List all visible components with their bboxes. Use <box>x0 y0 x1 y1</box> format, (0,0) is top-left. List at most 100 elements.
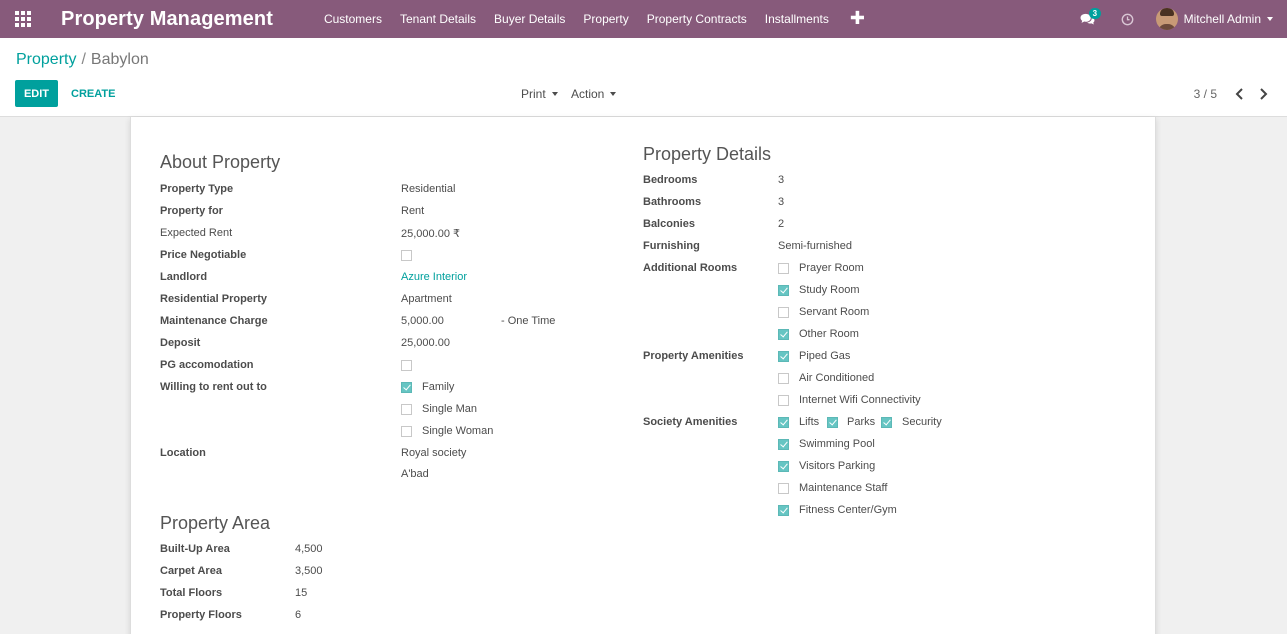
pg-accomodation-checkbox[interactable] <box>401 360 412 371</box>
messages-count-badge: 3 <box>1088 8 1102 19</box>
fitness-center-label: Fitness Center/Gym <box>799 504 897 516</box>
lifts-checkbox[interactable] <box>778 417 789 428</box>
study-room-label: Study Room <box>799 284 860 296</box>
property-for-value: Rent <box>401 205 425 217</box>
pager-next-icon[interactable] <box>1251 80 1275 107</box>
pager-value[interactable]: 3 / 5 <box>1194 87 1217 101</box>
edit-button[interactable]: EDIT <box>15 80 58 107</box>
total-floors-label: Total Floors <box>160 587 223 599</box>
willing-family-checkbox[interactable] <box>401 382 412 393</box>
servant-room-label: Servant Room <box>799 306 870 318</box>
property-amenities-label: Property Amenities <box>643 350 744 362</box>
swimming-pool-checkbox[interactable] <box>778 439 789 450</box>
air-conditioned-checkbox[interactable] <box>778 373 789 384</box>
price-negotiable-checkbox[interactable] <box>401 250 412 261</box>
balconies-label: Balconies <box>643 218 695 230</box>
property-type-label: Property Type <box>160 183 234 195</box>
menu-more-plus-icon[interactable]: ✚ <box>838 0 877 38</box>
location-label: Location <box>160 447 206 459</box>
internet-wifi-checkbox[interactable] <box>778 395 789 406</box>
internet-wifi-label: Internet Wifi Connectivity <box>799 394 921 406</box>
pager-previous-icon[interactable] <box>1227 80 1251 107</box>
maintenance-staff-checkbox[interactable] <box>778 483 789 494</box>
menu-property[interactable]: Property <box>574 0 637 38</box>
chevron-down-icon <box>610 91 617 96</box>
maintenance-period-value: - One Time <box>501 315 556 327</box>
maintenance-charge-label: Maintenance Charge <box>160 315 268 327</box>
security-label: Security <box>902 416 942 428</box>
print-dropdown[interactable]: Print <box>521 80 558 107</box>
control-panel: Property / Babylon EDIT CREATE Print Actio… <box>0 38 1287 117</box>
deposit-label: Deposit <box>160 337 201 349</box>
additional-rooms-label: Additional Rooms <box>643 262 738 274</box>
maintenance-charge-value: 5,000.00 <box>401 315 444 327</box>
built-up-area-value: 4,500 <box>295 543 323 555</box>
willing-single-man-checkbox[interactable] <box>401 404 412 415</box>
built-up-area-label: Built-Up Area <box>160 543 230 555</box>
property-details-title: Property Details <box>643 144 772 164</box>
menu-installments[interactable]: Installments <box>756 0 838 38</box>
activity-clock-icon[interactable] <box>1108 0 1148 38</box>
parks-checkbox[interactable] <box>827 417 838 428</box>
willing-to-rent-label: Willing to rent out to <box>160 381 267 393</box>
location-line2: A'bad <box>401 468 429 480</box>
fitness-center-checkbox[interactable] <box>778 505 789 516</box>
residential-property-label: Residential Property <box>160 293 267 305</box>
security-checkbox[interactable] <box>881 417 892 428</box>
pager: 3 / 5 <box>1194 80 1275 107</box>
servant-room-checkbox[interactable] <box>778 307 789 318</box>
property-type-value: Residential <box>401 183 456 195</box>
other-room-label: Other Room <box>799 328 859 340</box>
other-room-checkbox[interactable] <box>778 329 789 340</box>
carpet-area-label: Carpet Area <box>160 565 222 577</box>
messaging-icon[interactable]: 3 <box>1068 0 1108 38</box>
breadcrumb-property-link[interactable]: Property <box>16 51 76 68</box>
carpet-area-value: 3,500 <box>295 565 323 577</box>
expected-rent-label: Expected Rent <box>160 227 233 239</box>
willing-family-label: Family <box>422 381 455 393</box>
air-conditioned-label: Air Conditioned <box>799 372 875 384</box>
menu-property-contracts[interactable]: Property Contracts <box>638 0 756 38</box>
bathrooms-label: Bathrooms <box>643 196 702 208</box>
location-line1: Royal society <box>401 447 467 459</box>
deposit-value: 25,000.00 <box>401 337 450 349</box>
total-floors-value: 15 <box>295 587 308 599</box>
create-button[interactable]: CREATE <box>66 80 120 107</box>
expected-rent-value: 25,000.00 ₹ <box>401 228 460 240</box>
balconies-value: 2 <box>778 218 785 230</box>
willing-single-woman-checkbox[interactable] <box>401 426 412 437</box>
landlord-label: Landlord <box>160 271 208 283</box>
user-menu[interactable]: Mitchell Admin <box>1148 0 1287 38</box>
visitors-parking-label: Visitors Parking <box>799 460 876 472</box>
residential-property-value: Apartment <box>401 293 452 305</box>
willing-single-woman-label: Single Woman <box>422 425 494 437</box>
menu-customers[interactable]: Customers <box>315 0 391 38</box>
visitors-parking-checkbox[interactable] <box>778 461 789 472</box>
breadcrumb-current: Babylon <box>90 51 149 68</box>
landlord-link[interactable]: Azure Interior <box>401 271 467 283</box>
prayer-room-checkbox[interactable] <box>778 263 789 274</box>
study-room-checkbox[interactable] <box>778 285 789 296</box>
about-property-title: About Property <box>160 152 281 172</box>
parks-label: Parks <box>847 416 876 428</box>
menu-tenant-details[interactable]: Tenant Details <box>391 0 485 38</box>
piped-gas-checkbox[interactable] <box>778 351 789 362</box>
property-floors-label: Property Floors <box>160 609 242 621</box>
pg-accomodation-label: PG accomodation <box>160 359 254 371</box>
swimming-pool-label: Swimming Pool <box>799 438 875 450</box>
form-sheet: About Property Property Type Residential… <box>130 117 1156 634</box>
willing-single-man-label: Single Man <box>422 403 478 415</box>
menu-buyer-details[interactable]: Buyer Details <box>485 0 574 38</box>
chevron-down-icon <box>551 91 558 96</box>
furnishing-value: Semi-furnished <box>778 240 852 252</box>
user-avatar <box>1155 8 1178 30</box>
price-negotiable-label: Price Negotiable <box>160 249 247 261</box>
chevron-down-icon <box>1267 17 1273 21</box>
action-label: Action <box>571 86 605 101</box>
print-label: Print <box>521 86 546 101</box>
action-dropdown[interactable]: Action <box>571 80 617 107</box>
society-amenities-label: Society Amenities <box>643 416 738 428</box>
app-brand[interactable]: Property Management <box>61 8 273 31</box>
piped-gas-label: Piped Gas <box>799 350 851 362</box>
apps-menu-icon[interactable] <box>0 0 46 38</box>
